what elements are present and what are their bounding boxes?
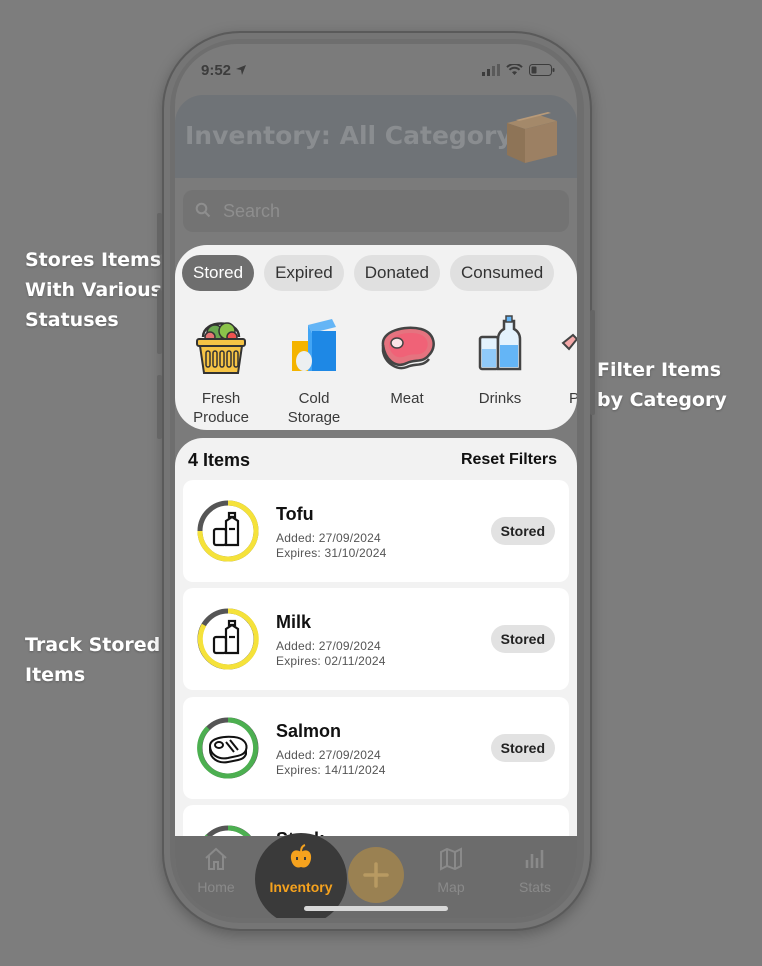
- freshness-ring: [197, 717, 259, 779]
- tab-map-label: Map: [437, 879, 465, 895]
- stats-icon: [525, 850, 544, 868]
- item-name: Milk: [276, 612, 312, 632]
- callout-filter-category: Filter Items by Category: [597, 359, 727, 411]
- tab-stats[interactable]: Stats: [500, 846, 570, 895]
- item-expiry-date: Expires: 14/11/2024: [276, 763, 386, 777]
- plus-icon: [363, 862, 389, 888]
- phone-power-button: [590, 310, 595, 415]
- category-label: P: [569, 390, 577, 407]
- search-input[interactable]: [223, 190, 553, 232]
- app-screen: 9:52 Inventory: All Category Stored Expi…: [175, 44, 577, 918]
- category-label: Meat: [390, 390, 424, 407]
- freshness-ring: [197, 500, 259, 562]
- phone-side-button: [157, 213, 162, 255]
- category-meat[interactable]: Meat: [361, 313, 453, 408]
- category-list: Fresh Produce Cold Storage Meat Drinks P: [175, 313, 577, 430]
- items-list-card: 4 Items Reset Filters Tofu Added: 27/09/…: [175, 438, 577, 848]
- battery-icon: [529, 64, 555, 76]
- status-icons: [482, 64, 555, 76]
- item-expiry-date: Expires: 02/11/2024: [276, 654, 386, 668]
- callout-track-items: Track Stored Items: [25, 634, 161, 686]
- home-indicator: [304, 906, 448, 911]
- apple-icon: [290, 844, 312, 868]
- items-count: 4 Items: [188, 450, 251, 470]
- inventory-item-milk[interactable]: Milk Added: 27/09/2024 Expires: 02/11/20…: [183, 588, 569, 690]
- add-item-button[interactable]: [348, 847, 404, 903]
- meat-icon: [208, 735, 248, 764]
- reset-filters-button[interactable]: Reset Filters: [461, 451, 557, 469]
- item-added-date: Added: 27/09/2024: [276, 531, 381, 545]
- category-drinks[interactable]: Drinks: [454, 313, 546, 408]
- tab-inventory-label: Inventory: [269, 879, 333, 895]
- dairy-icon: [212, 619, 240, 655]
- phone-volume-down: [157, 375, 162, 439]
- inventory-item-salmon[interactable]: Salmon Added: 27/09/2024 Expires: 14/11/…: [183, 697, 569, 799]
- chip-expired[interactable]: Expired: [264, 255, 344, 291]
- category-partial[interactable]: P: [547, 313, 577, 408]
- phone-volume-up: [157, 290, 162, 354]
- inventory-header: Inventory: All Category: [175, 95, 577, 178]
- category-label: Cold Storage: [287, 390, 341, 426]
- tab-home[interactable]: Home: [181, 846, 251, 895]
- page-title: Inventory: All Category: [185, 121, 513, 150]
- status-badge: Stored: [490, 734, 555, 762]
- filter-card: Stored Expired Donated Consumed Fresh Pr…: [175, 245, 577, 430]
- steak-icon: [381, 326, 435, 370]
- item-name: Salmon: [276, 721, 342, 741]
- tab-stats-label: Stats: [519, 879, 551, 895]
- category-cold-storage[interactable]: Cold Storage: [268, 313, 360, 427]
- status-badge: Stored: [490, 625, 555, 653]
- location-arrow-icon: [236, 65, 247, 75]
- map-icon: [440, 847, 462, 871]
- milk-carton-icon: [292, 319, 336, 371]
- status-time-label: 9:52: [201, 62, 232, 79]
- partial-category-icon: [561, 333, 577, 351]
- item-added-date: Added: 27/09/2024: [276, 639, 381, 653]
- status-time: 9:52: [201, 62, 247, 79]
- status-filter-chips: Stored Expired Donated Consumed: [182, 255, 555, 291]
- freshness-ring: [197, 608, 259, 670]
- item-expiry-date: Expires: 31/10/2024: [276, 546, 387, 560]
- callout-statuses: Stores Items With Various Statuses: [25, 249, 162, 331]
- chip-stored[interactable]: Stored: [182, 255, 255, 291]
- chip-consumed[interactable]: Consumed: [450, 255, 555, 291]
- category-label: Drinks: [478, 390, 522, 407]
- bottles-icon: [478, 315, 522, 371]
- tab-inventory[interactable]: Inventory: [255, 844, 347, 895]
- box-icon: [507, 112, 557, 163]
- item-added-date: Added: 27/09/2024: [276, 748, 381, 762]
- signal-icon: [482, 64, 500, 76]
- search-icon: [195, 202, 211, 218]
- item-name: Tofu: [276, 504, 314, 524]
- tab-map[interactable]: Map: [416, 846, 486, 895]
- chip-donated[interactable]: Donated: [353, 255, 441, 291]
- inventory-item-tofu[interactable]: Tofu Added: 27/09/2024 Expires: 31/10/20…: [183, 480, 569, 582]
- produce-basket-icon: [196, 322, 246, 374]
- tab-home-label: Home: [197, 879, 235, 895]
- category-fresh-produce[interactable]: Fresh Produce: [175, 313, 267, 427]
- status-badge: Stored: [490, 517, 555, 545]
- dairy-icon: [212, 511, 240, 547]
- wifi-icon: [506, 64, 523, 75]
- home-icon: [205, 847, 227, 870]
- search-bar[interactable]: [183, 190, 569, 232]
- category-label: Fresh Produce: [193, 390, 249, 426]
